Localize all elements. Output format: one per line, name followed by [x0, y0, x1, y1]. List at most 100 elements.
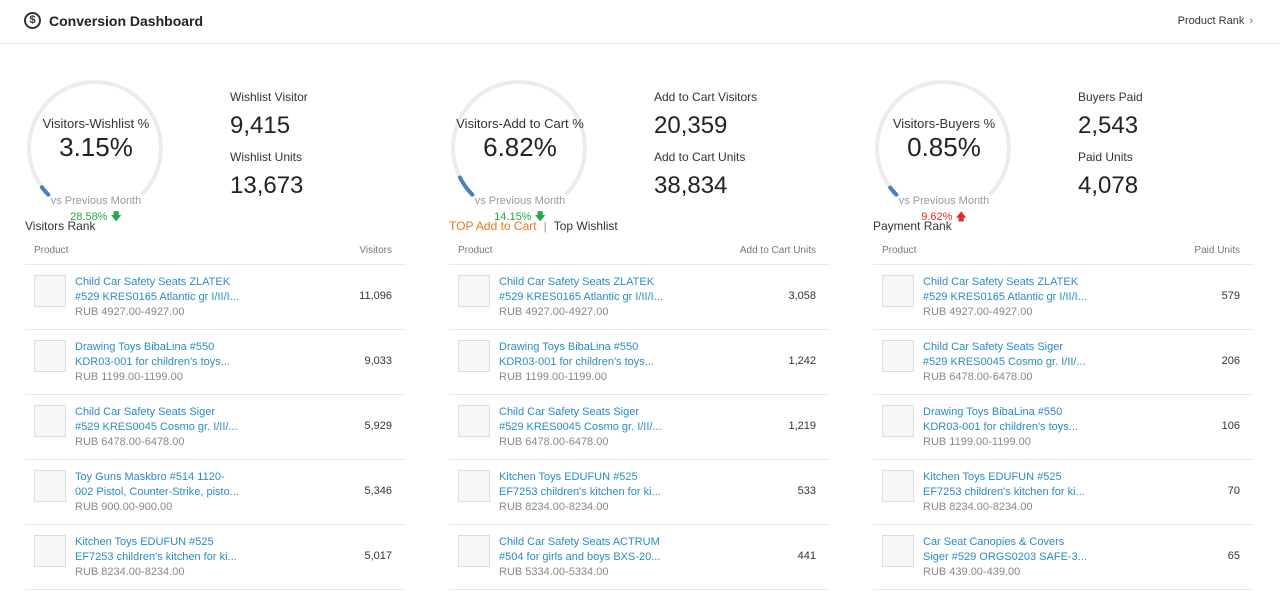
arrow-up-icon: 🡅	[955, 211, 967, 223]
page-title: Conversion Dashboard	[49, 13, 204, 29]
product-name-link[interactable]: Kitchen Toys EDUFUN #525 EF7253 children'…	[499, 470, 664, 500]
product-name-link[interactable]: Child Car Safety Seats Siger #529 KRES004…	[499, 405, 664, 435]
metric-label: Paid Units	[1078, 150, 1133, 164]
rank-tabs: TOP Add to Cart | Top Wishlist	[449, 219, 618, 233]
rank-table: Child Car Safety Seats ZLATEK #529 KRES01…	[873, 265, 1254, 590]
product-name-link[interactable]: Child Car Safety Seats Siger #529 KRES004…	[923, 340, 1088, 370]
car-seat-black-thumb[interactable]	[458, 535, 490, 567]
row-value: 579	[1221, 290, 1240, 302]
col-value: Add to Cart Units	[739, 245, 816, 256]
product-name-link[interactable]: Child Car Safety Seats ACTRUM #504 for gi…	[499, 535, 664, 565]
metric-label: Add to Cart Units	[654, 150, 746, 164]
table-row: Child Car Safety Seats Siger #529 KRES004…	[25, 395, 406, 460]
gauge-comparison-label: vs Previous Month	[50, 195, 142, 207]
table-row: Child Car Safety Seats Siger #529 KRES004…	[449, 395, 830, 460]
product-name-link[interactable]: Kitchen Toys EDUFUN #525 EF7253 children'…	[75, 535, 240, 565]
col-value: Visitors	[359, 245, 392, 256]
product-price: RUB 1199.00-1199.00	[75, 371, 183, 383]
add-to-cart-gauge: Visitors-Add to Cart % 6.82% vs Previous…	[449, 78, 591, 223]
product-name-line: Child Car Safety Seats ZLATEK	[923, 276, 1079, 288]
product-name-line: 002 Pistol, Counter-Strike, pisto...	[75, 486, 239, 498]
car-seat-grey-thumb[interactable]	[34, 275, 66, 307]
rank-table: Child Car Safety Seats ZLATEK #529 KRES01…	[25, 265, 406, 590]
table-row: Child Car Safety Seats ZLATEK #529 KRES01…	[873, 265, 1254, 330]
gauge-value: 3.15%	[59, 132, 133, 162]
table-row: Kitchen Toys EDUFUN #525 EF7253 children'…	[873, 460, 1254, 525]
product-name-line: Siger #529 ORGS0203 SAFE-3...	[923, 551, 1087, 563]
section-buyers: Visitors-Buyers % 0.85% vs Previous Mont…	[873, 60, 1278, 599]
product-name-line: Child Car Safety Seats Siger	[75, 406, 216, 418]
product-name-line: Drawing Toys BibaLina #550	[923, 406, 1063, 418]
metric-value: 13,673	[230, 172, 304, 199]
product-rank-link[interactable]: Product Rank ›	[1178, 15, 1253, 27]
product-price: RUB 4927.00-4927.00	[499, 306, 609, 318]
product-name-link[interactable]: Child Car Safety Seats ZLATEK #529 KRES01…	[75, 275, 240, 305]
kitchen-toy-thumb[interactable]	[882, 470, 914, 502]
col-value: Paid Units	[1194, 245, 1240, 256]
product-name-line: #529 KRES0165 Atlantic gr I/II/I...	[75, 291, 239, 303]
product-name-link[interactable]: Drawing Toys BibaLina #550 KDR03-001 for …	[923, 405, 1088, 435]
product-name-line: #529 KRES0165 Atlantic gr I/II/I...	[499, 291, 663, 303]
toy-gun-thumb[interactable]	[34, 470, 66, 502]
table-header: Product Visitors	[25, 241, 406, 265]
product-rank-label: Product Rank	[1177, 15, 1245, 27]
row-value: 9,033	[364, 355, 392, 367]
rank-table: Child Car Safety Seats ZLATEK #529 KRES01…	[449, 265, 830, 590]
gauge-value: 6.82%	[483, 132, 557, 162]
drawing-toys-thumb[interactable]	[34, 340, 66, 372]
gauge-comparison-label: vs Previous Month	[474, 195, 566, 207]
table-row: Child Car Safety Seats ZLATEK #529 KRES01…	[25, 265, 406, 330]
drawing-toys-thumb[interactable]	[882, 405, 914, 437]
product-name-link[interactable]: Toy Guns Maskbro #514 1120- 002 Pistol, C…	[75, 470, 240, 500]
product-name-line: Drawing Toys BibaLina #550	[75, 341, 215, 353]
metric-label: Add to Cart Visitors	[654, 90, 758, 104]
product-name-line: Car Seat Canopies & Covers	[923, 536, 1065, 548]
car-seat-blue-thumb[interactable]	[458, 405, 490, 437]
kitchen-toy-thumb[interactable]	[34, 535, 66, 567]
row-value: 533	[797, 485, 816, 497]
row-value: 3,058	[788, 290, 816, 302]
tab-top-wishlist[interactable]: Top Wishlist	[554, 219, 618, 233]
row-value: 1,219	[788, 420, 816, 432]
product-name-line: #529 KRES0045 Cosmo gr. I/II/...	[75, 421, 238, 433]
car-seat-canopy-thumb[interactable]	[882, 535, 914, 567]
metric-value: 20,359	[654, 112, 728, 139]
col-product: Product	[882, 245, 917, 256]
product-name-link[interactable]: Car Seat Canopies & Covers Siger #529 ORG…	[923, 535, 1088, 565]
drawing-toys-thumb[interactable]	[458, 340, 490, 372]
product-name-line: EF7253 children's kitchen for ki...	[75, 551, 237, 563]
row-value: 70	[1227, 485, 1240, 497]
product-name-link[interactable]: Child Car Safety Seats ZLATEK #529 KRES01…	[499, 275, 664, 305]
row-value: 11,096	[359, 290, 392, 302]
car-seat-blue-thumb[interactable]	[882, 340, 914, 372]
table-row: Toy Guns Maskbro #514 1120- 002 Pistol, C…	[25, 460, 406, 525]
product-name-link[interactable]: Drawing Toys BibaLina #550 KDR03-001 for …	[75, 340, 240, 370]
product-price: RUB 6478.00-6478.00	[75, 436, 185, 448]
table-row: Kitchen Toys EDUFUN #525 EF7253 children'…	[25, 525, 406, 590]
gauge-label: Visitors-Add to Cart %	[456, 116, 584, 131]
car-seat-blue-thumb[interactable]	[34, 405, 66, 437]
product-name-line: #529 KRES0045 Cosmo gr. I/II/...	[923, 356, 1086, 368]
chevron-right-icon: ›	[1249, 15, 1253, 27]
product-name-link[interactable]: Drawing Toys BibaLina #550 KDR03-001 for …	[499, 340, 664, 370]
product-price: RUB 6478.00-6478.00	[923, 371, 1033, 383]
product-name-line: Kitchen Toys EDUFUN #525	[499, 471, 638, 483]
product-name-line: Kitchen Toys EDUFUN #525	[75, 536, 214, 548]
product-name-line: #529 KRES0165 Atlantic gr I/II/I...	[923, 291, 1087, 303]
product-price: RUB 439.00-439.00	[923, 566, 1021, 578]
car-seat-grey-thumb[interactable]	[458, 275, 490, 307]
kitchen-toy-thumb[interactable]	[458, 470, 490, 502]
table-row: Drawing Toys BibaLina #550 KDR03-001 for …	[25, 330, 406, 395]
row-value: 5,017	[364, 550, 392, 562]
row-value: 65	[1227, 550, 1240, 562]
table-row: Kitchen Toys EDUFUN #525 EF7253 children'…	[449, 460, 830, 525]
product-name-link[interactable]: Child Car Safety Seats Siger #529 KRES004…	[75, 405, 240, 435]
car-seat-grey-thumb[interactable]	[882, 275, 914, 307]
product-name-line: Child Car Safety Seats Siger	[499, 406, 640, 418]
metric-value: 38,834	[654, 172, 728, 199]
table-header: Product Add to Cart Units	[449, 241, 830, 265]
product-name-link[interactable]: Child Car Safety Seats ZLATEK #529 KRES01…	[923, 275, 1088, 305]
product-name-link[interactable]: Kitchen Toys EDUFUN #525 EF7253 children'…	[923, 470, 1088, 500]
product-price: RUB 4927.00-4927.00	[75, 306, 185, 318]
tab-top-add-to-cart[interactable]: TOP Add to Cart	[449, 219, 537, 233]
